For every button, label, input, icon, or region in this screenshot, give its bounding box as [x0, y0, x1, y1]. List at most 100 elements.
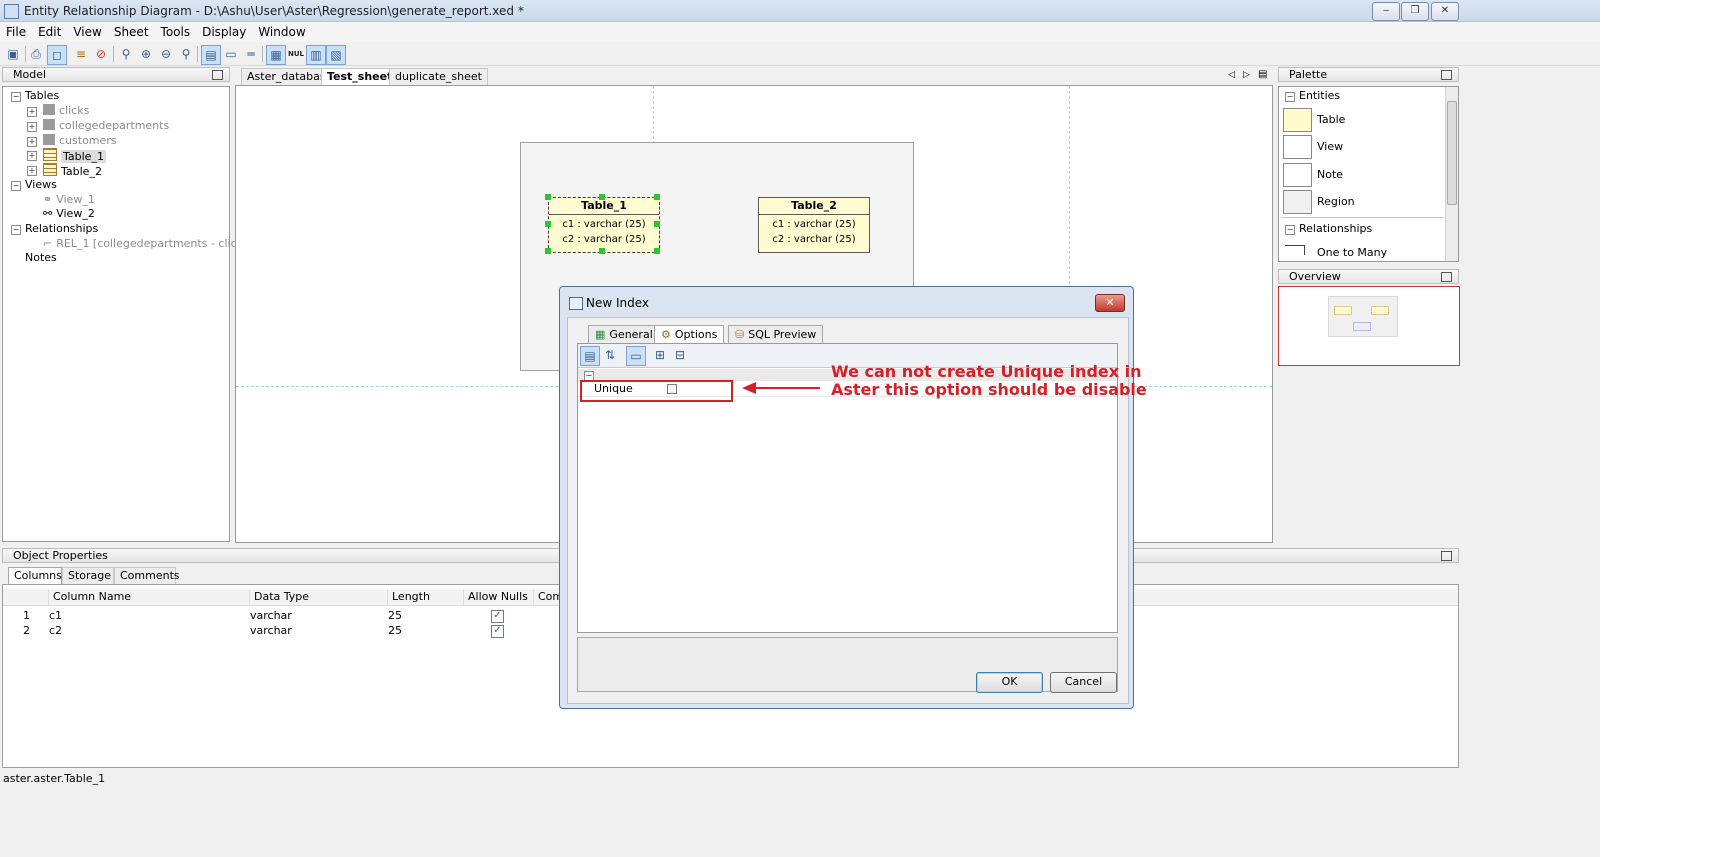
allow-nulls-checkbox[interactable]: ✓ [491, 610, 504, 623]
tab-list-icon[interactable]: ▤ [1258, 69, 1267, 80]
tab-duplicate-sheet[interactable]: duplicate_sheet [389, 68, 488, 86]
palette-scrollbar[interactable] [1445, 87, 1458, 261]
collapse-icon[interactable]: − [1285, 92, 1295, 102]
table-icon[interactable]: ▦ [266, 45, 286, 65]
restore-icon[interactable] [1441, 272, 1452, 282]
zoom-in-icon[interactable]: ⊕ [137, 45, 155, 63]
cell-length[interactable]: 25 [388, 623, 402, 638]
dialog-close-button[interactable]: ✕ [1095, 294, 1125, 312]
tree-view-1[interactable]: ⚭ View_1 [43, 193, 95, 207]
select-icon[interactable]: ◻ [47, 45, 67, 65]
resize-handle[interactable] [654, 248, 660, 254]
resize-handle[interactable] [654, 194, 660, 200]
cell-length[interactable]: 25 [388, 608, 402, 623]
tree-notes[interactable]: Notes [25, 251, 57, 265]
collapse-all-icon[interactable]: ⊟ [671, 346, 689, 364]
cell-data-type[interactable]: varchar [250, 623, 292, 638]
props-tab-columns[interactable]: Columns [8, 567, 62, 584]
cell-data-type[interactable]: varchar [250, 608, 292, 623]
tree-table-customers[interactable]: customers [43, 134, 117, 148]
header-column-name[interactable]: Column Name [49, 589, 250, 605]
table-view-icon[interactable]: ▤ [201, 45, 221, 65]
collapse-icon[interactable]: − [11, 92, 21, 102]
format-icon[interactable]: ≡ [72, 45, 90, 63]
expand-icon[interactable]: + [27, 122, 37, 132]
auto-layout-icon[interactable]: ▧ [326, 45, 346, 65]
expand-icon[interactable]: + [27, 166, 37, 176]
header-length[interactable]: Length [388, 589, 464, 605]
tree-table-collegedepartments[interactable]: collegedepartments [43, 119, 169, 133]
sheet-icon[interactable]: ▥ [306, 45, 326, 65]
collapse-icon[interactable]: − [11, 181, 21, 191]
collapse-icon[interactable]: − [1285, 225, 1295, 235]
expand-icon[interactable]: + [27, 137, 37, 147]
null-icon[interactable]: NUL [287, 45, 305, 63]
cell-column-name[interactable]: c2 [49, 623, 62, 638]
tree-view-2[interactable]: ⚯ View_2 [43, 207, 95, 221]
cell-column-name[interactable]: c1 [49, 608, 62, 623]
resize-handle[interactable] [599, 194, 605, 200]
minimize-button[interactable]: ‒ [1372, 2, 1400, 21]
resize-handle[interactable] [545, 221, 551, 227]
sort-alpha-icon[interactable]: ⇅ [601, 346, 619, 364]
expand-icon[interactable]: + [27, 107, 37, 117]
header-data-type[interactable]: Data Type [250, 589, 388, 605]
tab-scroll-right-icon[interactable]: ▷ [1243, 70, 1250, 80]
tab-general[interactable]: ▦ General [588, 325, 660, 344]
tree-relationships[interactable]: Relationships [25, 222, 98, 236]
tree-relationship-rel-1[interactable]: ⌐ REL_1 [collegedepartments - clicks] [43, 237, 253, 251]
print-icon[interactable]: ⎙ [27, 45, 45, 63]
stop-icon[interactable]: ⊘ [92, 45, 110, 63]
restore-icon[interactable] [1441, 551, 1452, 561]
save-icon[interactable]: ▣ [4, 45, 22, 63]
zoom-icon[interactable]: ⚲ [117, 45, 135, 63]
resize-handle[interactable] [599, 248, 605, 254]
overview-thumbnail[interactable] [1278, 286, 1460, 366]
palette-item-note[interactable]: Note [1317, 168, 1343, 181]
palette-item-one-to-many[interactable]: One to Many [1317, 246, 1387, 259]
resize-handle[interactable] [545, 248, 551, 254]
collapse-icon[interactable]: − [11, 225, 21, 235]
resize-handle[interactable] [654, 221, 660, 227]
expand-all-icon[interactable]: ⊞ [651, 346, 669, 364]
expand-icon[interactable]: + [27, 151, 37, 161]
allow-nulls-checkbox[interactable]: ✓ [491, 625, 504, 638]
entity-table-1[interactable]: Table_1 c1 : varchar (25) c2 : varchar (… [548, 197, 660, 253]
menu-edit[interactable]: Edit [32, 22, 67, 39]
tab-scroll-left-icon[interactable]: ◁ [1228, 70, 1235, 80]
tree-views[interactable]: Views [25, 178, 57, 192]
props-tab-storage[interactable]: Storage [62, 567, 114, 584]
menu-sheet[interactable]: Sheet [108, 22, 155, 39]
row-icon[interactable]: ═ [242, 45, 260, 63]
property-pages-icon[interactable]: ▭ [626, 346, 646, 366]
tree-table-clicks[interactable]: clicks [43, 104, 89, 118]
tab-sql-preview[interactable]: ⛁ SQL Preview [728, 325, 824, 344]
zoom-fit-icon[interactable]: ⚲ [177, 45, 195, 63]
cancel-button[interactable]: Cancel [1050, 672, 1117, 693]
columns-icon[interactable]: ▭ [222, 45, 240, 63]
zoom-out-icon[interactable]: ⊖ [157, 45, 175, 63]
props-tab-comments[interactable]: Comments [114, 567, 180, 584]
restore-icon[interactable] [1441, 70, 1452, 80]
header-allow-nulls[interactable]: Allow Nulls [464, 589, 534, 605]
entity-table-2[interactable]: Table_2 c1 : varchar (25) c2 : varchar (… [758, 197, 870, 253]
palette-item-region[interactable]: Region [1317, 195, 1355, 208]
menu-view[interactable]: View [67, 22, 107, 39]
close-window-button[interactable]: ✕ [1431, 2, 1459, 21]
restore-icon[interactable] [212, 70, 223, 80]
menu-file[interactable]: File [0, 22, 32, 39]
resize-handle[interactable] [545, 194, 551, 200]
menu-display[interactable]: Display [196, 22, 252, 39]
palette-item-view[interactable]: View [1317, 140, 1343, 153]
menu-window[interactable]: Window [252, 22, 311, 39]
menu-tools[interactable]: Tools [155, 22, 197, 39]
palette-item-table[interactable]: Table [1317, 113, 1345, 126]
tree-table-table-1[interactable]: Table_1 [43, 148, 106, 163]
tree-tables[interactable]: Tables [25, 89, 59, 103]
tab-test-sheet[interactable]: Test_sheet [321, 68, 399, 86]
tree-table-table-2[interactable]: Table_2 [43, 163, 102, 178]
maximize-button[interactable]: ❐ [1401, 2, 1429, 21]
ok-button[interactable]: OK [976, 672, 1043, 693]
categorized-icon[interactable]: ▤ [580, 346, 600, 366]
tab-options[interactable]: ⚙ Options [654, 325, 725, 344]
